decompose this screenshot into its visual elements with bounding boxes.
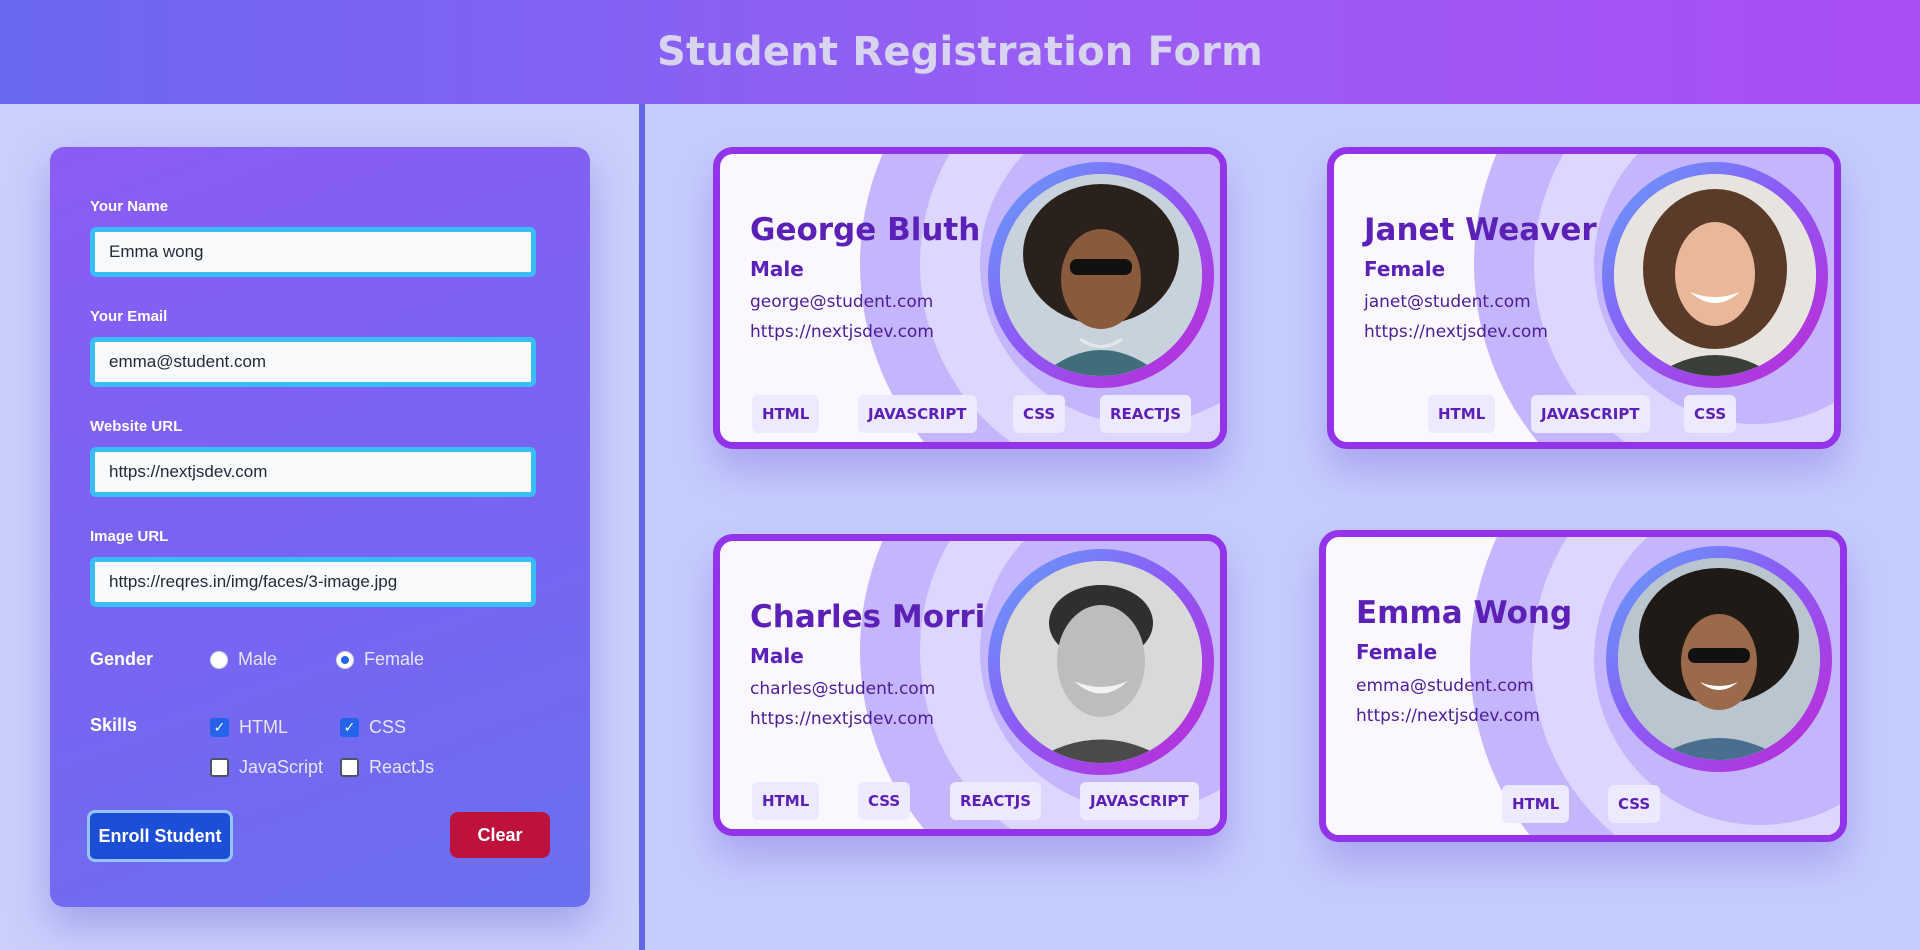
skill-option-javascript[interactable]: JavaScript	[210, 757, 323, 778]
student-name: Janet Weaver	[1364, 212, 1597, 248]
email-label: Your Email	[90, 308, 168, 325]
male-radio-label: Male	[238, 649, 278, 669]
skill-option-reactjs[interactable]: ReactJs	[340, 757, 434, 778]
skill-option-css[interactable]: ✓ CSS	[340, 717, 406, 738]
skill-tag: JAVASCRIPT	[1080, 782, 1199, 820]
gender-label: Gender	[90, 649, 154, 669]
reactjs-checkbox[interactable]	[340, 758, 359, 777]
skill-tag: CSS	[1013, 395, 1066, 433]
page-title: Student Registration Form	[657, 29, 1263, 75]
javascript-checkbox-label: JavaScript	[239, 757, 324, 777]
student-email: janet@student.com	[1364, 292, 1531, 312]
skill-tags: HTML CSS	[1326, 785, 1840, 825]
html-checkbox[interactable]: ✓	[210, 718, 229, 737]
skill-tags: HTML CSS REACTJS JAVASCRIPT	[720, 782, 1220, 822]
skill-tag: CSS	[1608, 785, 1661, 823]
skill-option-html[interactable]: ✓ HTML	[210, 717, 288, 738]
app-header: Student Registration Form	[0, 0, 1920, 104]
student-email: charles@student.com	[750, 679, 936, 699]
student-gender: Female	[1364, 257, 1446, 281]
image-url-label: Image URL	[90, 528, 169, 545]
skill-tag: HTML	[1502, 785, 1570, 823]
student-website: https://nextjsdev.com	[750, 709, 934, 729]
name-input[interactable]	[90, 227, 536, 277]
student-name: Charles Morri	[750, 599, 986, 635]
name-label: Your Name	[90, 198, 169, 215]
skills-label: Skills	[90, 715, 138, 735]
male-radio[interactable]	[210, 650, 228, 669]
email-input[interactable]	[90, 337, 536, 387]
student-website: https://nextjsdev.com	[1364, 322, 1548, 342]
student-name: George Bluth	[750, 212, 981, 248]
gender-option-male[interactable]: Male	[210, 649, 277, 670]
skill-tags: HTML JAVASCRIPT CSS REACTJS	[720, 395, 1220, 435]
css-checkbox-label: CSS	[369, 717, 407, 737]
skill-tags: HTML JAVASCRIPT CSS	[1334, 395, 1834, 435]
enroll-student-button[interactable]: Enroll Student	[87, 810, 233, 862]
avatar	[1000, 561, 1202, 763]
avatar	[1618, 558, 1820, 760]
skill-tag: JAVASCRIPT	[858, 395, 977, 433]
registration-form: Your Name Your Email Website URL Image U…	[50, 147, 590, 907]
student-card: Janet Weaver Female janet@student.com ht…	[1327, 147, 1841, 449]
html-checkbox-label: HTML	[239, 717, 288, 737]
student-name: Emma Wong	[1356, 595, 1573, 631]
javascript-checkbox[interactable]	[210, 758, 229, 777]
student-website: https://nextjsdev.com	[750, 322, 934, 342]
student-gender: Female	[1356, 640, 1438, 664]
css-checkbox[interactable]: ✓	[340, 718, 359, 737]
clear-button[interactable]: Clear	[450, 812, 550, 858]
student-card: George Bluth Male george@student.com htt…	[713, 147, 1227, 449]
avatar-ring	[1606, 546, 1832, 772]
student-card: Charles Morri Male charles@student.com h…	[713, 534, 1227, 836]
website-label: Website URL	[90, 418, 183, 435]
image-url-input[interactable]	[90, 557, 536, 607]
reactjs-checkbox-label: ReactJs	[369, 757, 435, 777]
skill-tag: HTML	[1428, 395, 1496, 433]
female-radio[interactable]	[336, 650, 354, 669]
skill-tag: REACTJS	[1100, 395, 1192, 433]
student-website: https://nextjsdev.com	[1356, 706, 1540, 726]
avatar-ring	[988, 549, 1214, 775]
avatar-ring	[1602, 162, 1828, 388]
student-card: Emma Wong Female emma@student.com https:…	[1319, 530, 1847, 842]
female-radio-label: Female	[364, 649, 425, 669]
student-email: emma@student.com	[1356, 676, 1534, 696]
skill-tag: REACTJS	[950, 782, 1042, 820]
skill-tag: CSS	[1684, 395, 1737, 433]
avatar	[1614, 174, 1816, 376]
skill-tag: HTML	[752, 782, 820, 820]
student-gender: Male	[750, 257, 804, 281]
gender-option-female[interactable]: Female	[336, 649, 424, 670]
student-gender: Male	[750, 644, 804, 668]
website-input[interactable]	[90, 447, 536, 497]
avatar	[1000, 174, 1202, 376]
skill-tag: CSS	[858, 782, 911, 820]
skill-tag: HTML	[752, 395, 820, 433]
avatar-ring	[988, 162, 1214, 388]
skill-tag: JAVASCRIPT	[1531, 395, 1650, 433]
student-email: george@student.com	[750, 292, 934, 312]
